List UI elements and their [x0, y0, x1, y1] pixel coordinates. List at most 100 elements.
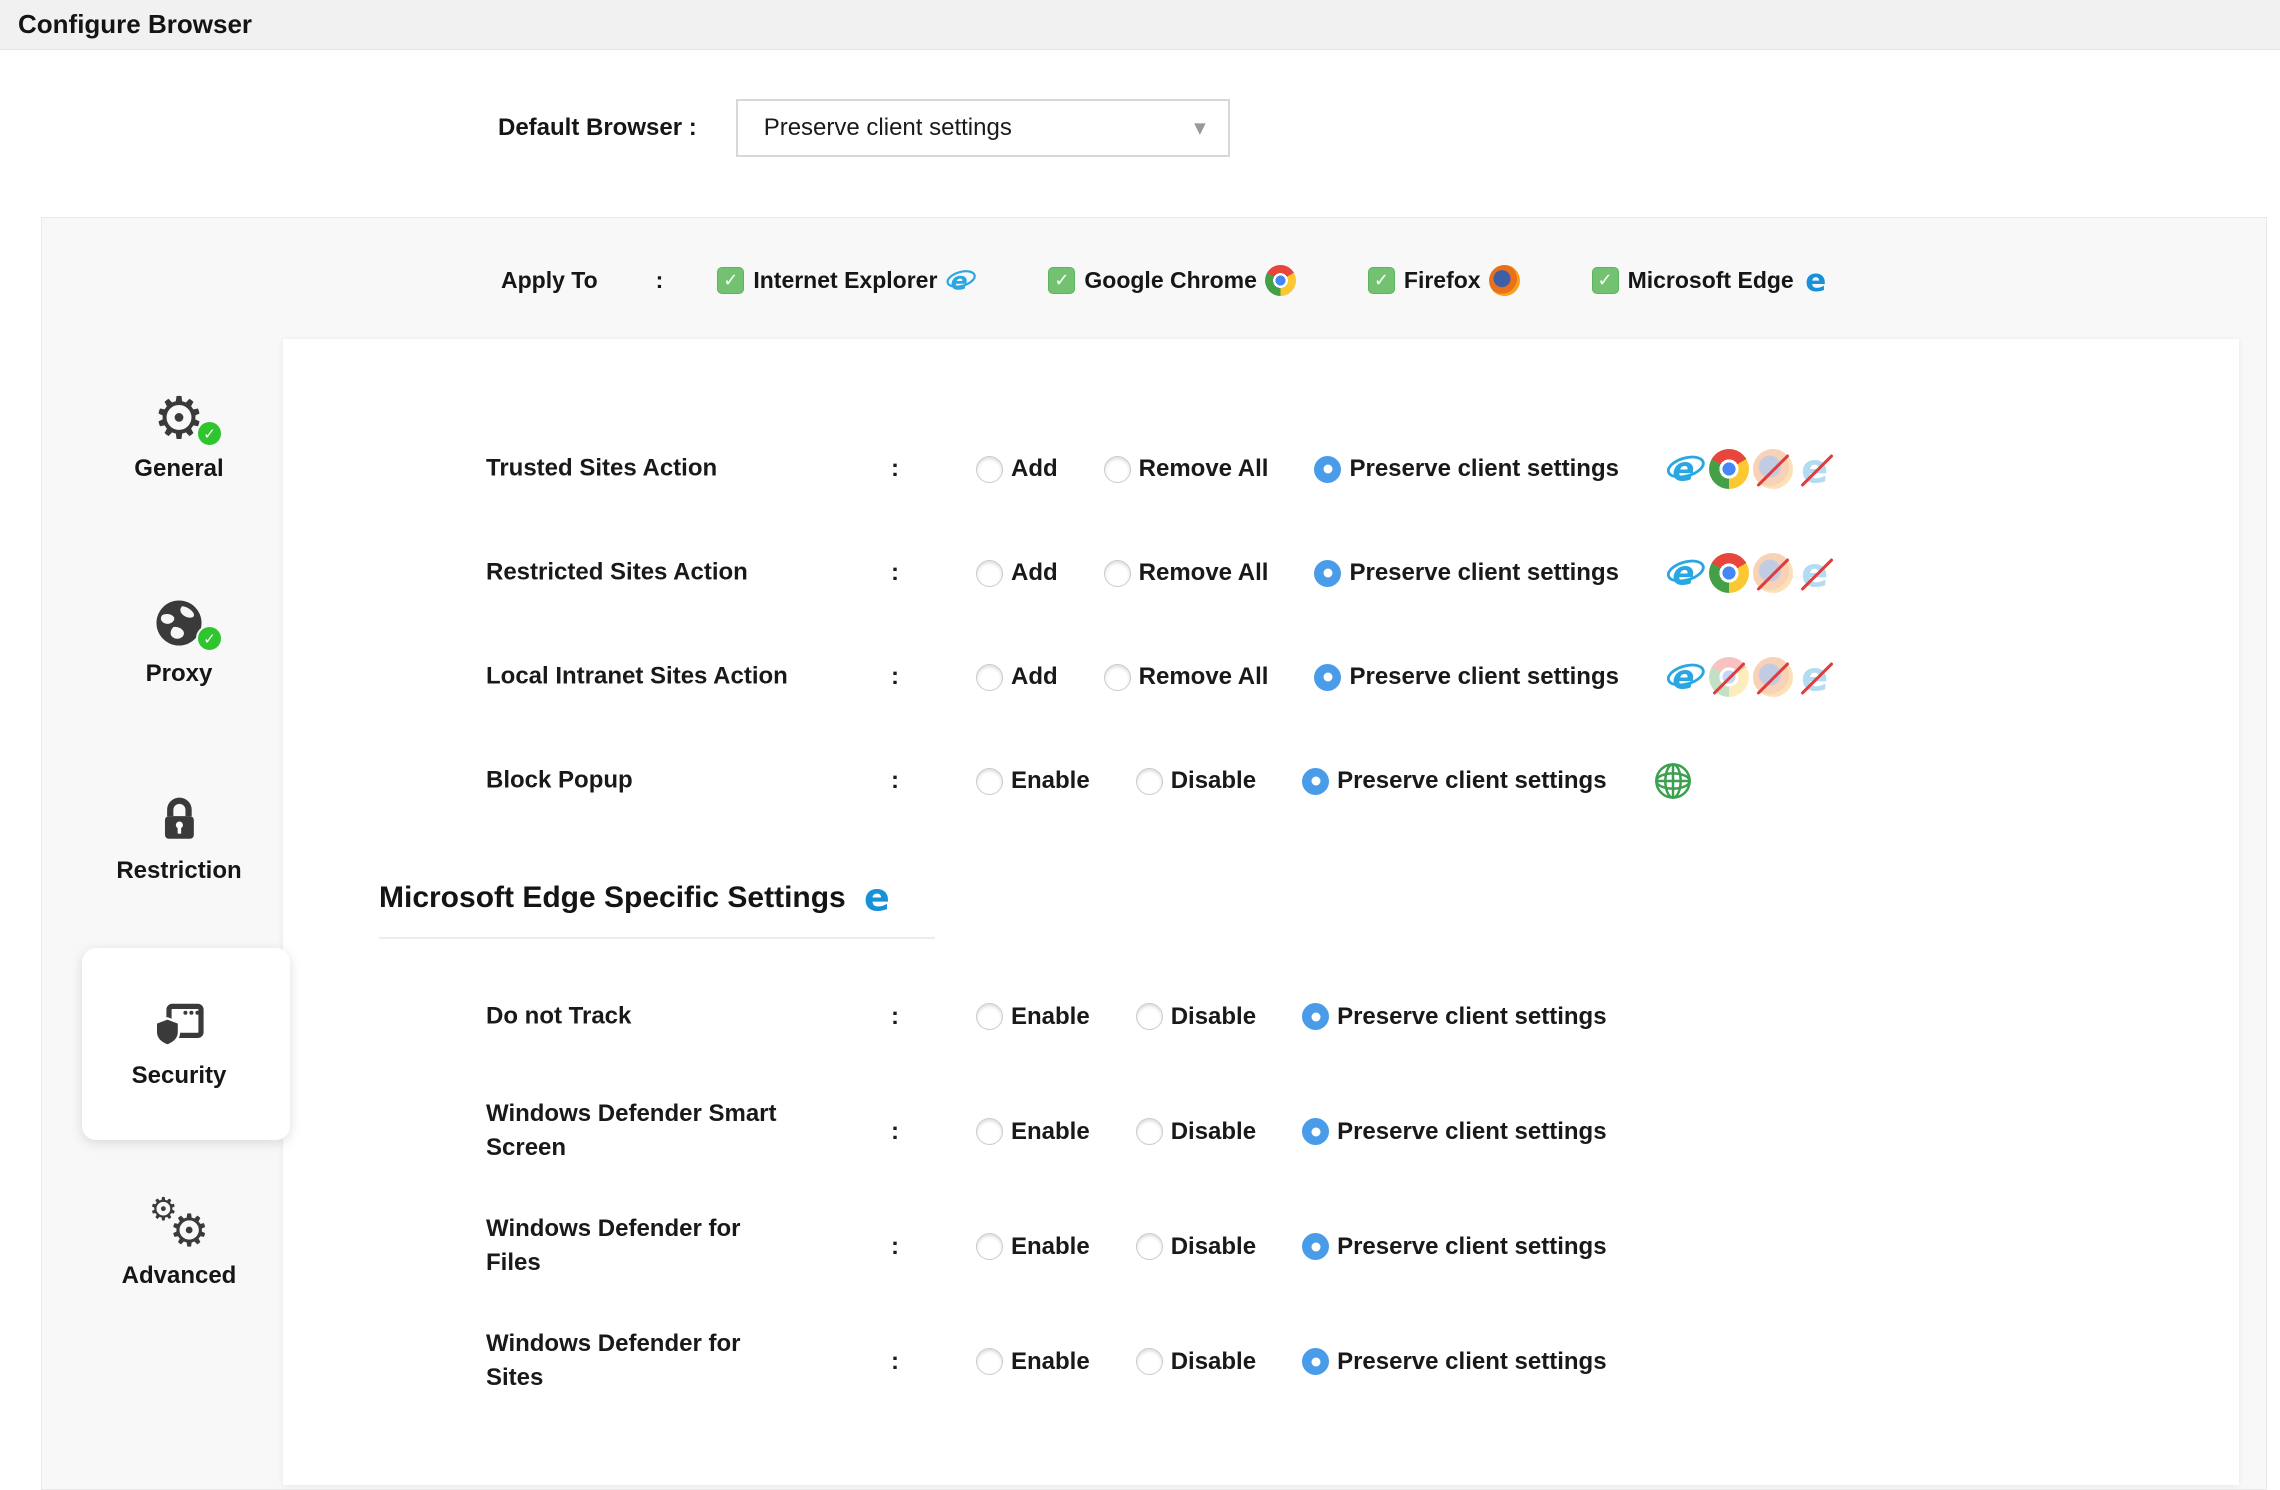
option-label: Preserve client settings — [1337, 767, 1606, 795]
sidebar-item-restriction[interactable]: Restriction — [69, 788, 289, 885]
setting-row-windows-defender-for-sites: Windows Defender for Sites:EnableDisable… — [283, 1304, 2239, 1419]
option-label: Remove All — [1139, 663, 1269, 691]
setting-options: Enable Disable Preserve client settings — [976, 1348, 1653, 1376]
checkbox-checked[interactable]: ✓ — [717, 267, 744, 294]
option-enable[interactable]: Enable — [976, 1233, 1090, 1261]
option-preserve-client-settings[interactable]: Preserve client settings — [1302, 1233, 1606, 1261]
option-preserve-client-settings[interactable]: Preserve client settings — [1314, 663, 1618, 691]
option-remove-all[interactable]: Remove All — [1104, 663, 1269, 691]
option-disable[interactable]: Disable — [1136, 767, 1256, 795]
edge-section-divider — [379, 937, 935, 939]
sidebar-item-label: Security — [69, 1062, 289, 1090]
setting-label: Windows Defender for Sites — [486, 1327, 801, 1397]
option-preserve-client-settings[interactable]: Preserve client settings — [1302, 1118, 1606, 1146]
edge-section-title: Microsoft Edge Specific Settings — [379, 881, 846, 915]
option-preserve-client-settings[interactable]: Preserve client settings — [1302, 1348, 1606, 1376]
radio-unselected[interactable] — [1136, 1003, 1163, 1030]
apply-to-firefox[interactable]: ✓Firefox — [1368, 265, 1520, 296]
svg-text:e: e — [1672, 659, 1694, 697]
option-label: Disable — [1171, 1233, 1256, 1261]
option-preserve-client-settings[interactable]: Preserve client settings — [1314, 559, 1618, 587]
radio-selected[interactable] — [1302, 1348, 1329, 1375]
option-label: Enable — [1011, 1118, 1090, 1146]
option-enable[interactable]: Enable — [976, 1003, 1090, 1031]
radio-unselected[interactable] — [1136, 1118, 1163, 1145]
setting-separator: : — [891, 767, 899, 795]
radio-selected[interactable] — [1302, 1118, 1329, 1145]
sidebar-item-proxy[interactable]: ✓Proxy — [69, 591, 289, 688]
apply-to-internet-explorer[interactable]: ✓Internet Explorer e — [717, 265, 976, 296]
checkbox-checked[interactable]: ✓ — [1592, 267, 1619, 294]
setting-options: AddRemove AllPreserve client settings e … — [976, 553, 1841, 593]
chrome-icon-not-supported — [1709, 657, 1749, 697]
setting-label: Trusted Sites Action — [486, 452, 801, 487]
radio-selected[interactable] — [1302, 768, 1329, 795]
radio-selected[interactable] — [1314, 456, 1341, 483]
option-add[interactable]: Add — [976, 663, 1058, 691]
radio-unselected[interactable] — [976, 768, 1003, 795]
option-remove-all[interactable]: Remove All — [1104, 455, 1269, 483]
option-disable[interactable]: Disable — [1136, 1003, 1256, 1031]
browser-support-icons: e e — [1665, 657, 1841, 697]
radio-selected[interactable] — [1302, 1233, 1329, 1260]
radio-unselected[interactable] — [1104, 456, 1131, 483]
sidebar-item-label: Restriction — [69, 857, 289, 885]
option-add[interactable]: Add — [976, 455, 1058, 483]
option-label: Preserve client settings — [1337, 1003, 1606, 1031]
radio-selected[interactable] — [1314, 560, 1341, 587]
setting-label: Local Intranet Sites Action — [486, 660, 801, 695]
radio-unselected[interactable] — [1104, 560, 1131, 587]
option-label: Disable — [1171, 767, 1256, 795]
radio-unselected[interactable] — [976, 560, 1003, 587]
edge-icon-not-supported: e — [1797, 553, 1837, 593]
radio-selected[interactable] — [1302, 1003, 1329, 1030]
sidebar-item-general[interactable]: ⚙✓General — [69, 386, 289, 483]
security-settings-card: Trusted Sites Action: Add Remove All Preser… — [283, 339, 2239, 1485]
checkbox-checked[interactable]: ✓ — [1368, 267, 1395, 294]
radio-unselected[interactable] — [976, 1348, 1003, 1375]
setting-row-restricted-sites-action: Restricted Sites Action:AddRemove AllPre… — [283, 521, 2239, 625]
setting-label: Do not Track — [486, 999, 801, 1034]
firefox-icon-not-supported — [1753, 657, 1793, 697]
option-disable[interactable]: Disable — [1136, 1118, 1256, 1146]
sidebar-item-advanced[interactable]: ⚙⚙Advanced — [69, 1193, 289, 1290]
svg-text:e: e — [1801, 553, 1828, 593]
apply-to-microsoft-edge[interactable]: ✓Microsoft Edge e — [1592, 265, 1833, 296]
firefox-icon — [1489, 265, 1520, 296]
edge-specific-rows: Do not Track: Enable Disable Preserve clien… — [283, 959, 2239, 1419]
option-preserve-client-settings[interactable]: Preserve client settings — [1302, 767, 1606, 795]
option-enable[interactable]: Enable — [976, 1118, 1090, 1146]
radio-unselected[interactable] — [976, 1003, 1003, 1030]
option-disable[interactable]: Disable — [1136, 1233, 1256, 1261]
option-preserve-client-settings[interactable]: Preserve client settings — [1314, 455, 1618, 483]
radio-selected[interactable] — [1314, 664, 1341, 691]
option-preserve-client-settings[interactable]: Preserve client settings — [1302, 1003, 1606, 1031]
option-enable[interactable]: Enable — [976, 1348, 1090, 1376]
radio-unselected[interactable] — [1104, 664, 1131, 691]
browser-label: Microsoft Edge — [1628, 267, 1794, 294]
radio-unselected[interactable] — [976, 664, 1003, 691]
setting-separator: : — [891, 1233, 899, 1261]
option-add[interactable]: Add — [976, 559, 1058, 587]
radio-unselected[interactable] — [1136, 1348, 1163, 1375]
radio-unselected[interactable] — [1136, 768, 1163, 795]
radio-unselected[interactable] — [976, 1118, 1003, 1145]
checkbox-checked[interactable]: ✓ — [1048, 267, 1075, 294]
radio-unselected[interactable] — [1136, 1233, 1163, 1260]
option-disable[interactable]: Disable — [1136, 1348, 1256, 1376]
default-browser-value: Preserve client settings — [764, 114, 1012, 142]
apply-to-row: Apply To : ✓Internet Explorer e✓Google C… — [501, 255, 1905, 305]
chrome-icon — [1265, 265, 1296, 296]
caret-down-icon[interactable]: ▼ — [1194, 119, 1206, 137]
gears-icon: ⚙⚙ — [69, 1193, 289, 1257]
radio-unselected[interactable] — [976, 1233, 1003, 1260]
setting-separator: : — [891, 559, 899, 587]
apply-to-google-chrome[interactable]: ✓Google Chrome — [1048, 265, 1296, 296]
option-remove-all[interactable]: Remove All — [1104, 559, 1269, 587]
option-label: Add — [1011, 455, 1058, 483]
radio-unselected[interactable] — [976, 456, 1003, 483]
page-title: Configure Browser — [18, 9, 252, 40]
sidebar-item-security[interactable]: Security — [69, 993, 289, 1090]
option-enable[interactable]: Enable — [976, 767, 1090, 795]
default-browser-select[interactable]: Preserve client settings ▼ — [736, 99, 1230, 157]
